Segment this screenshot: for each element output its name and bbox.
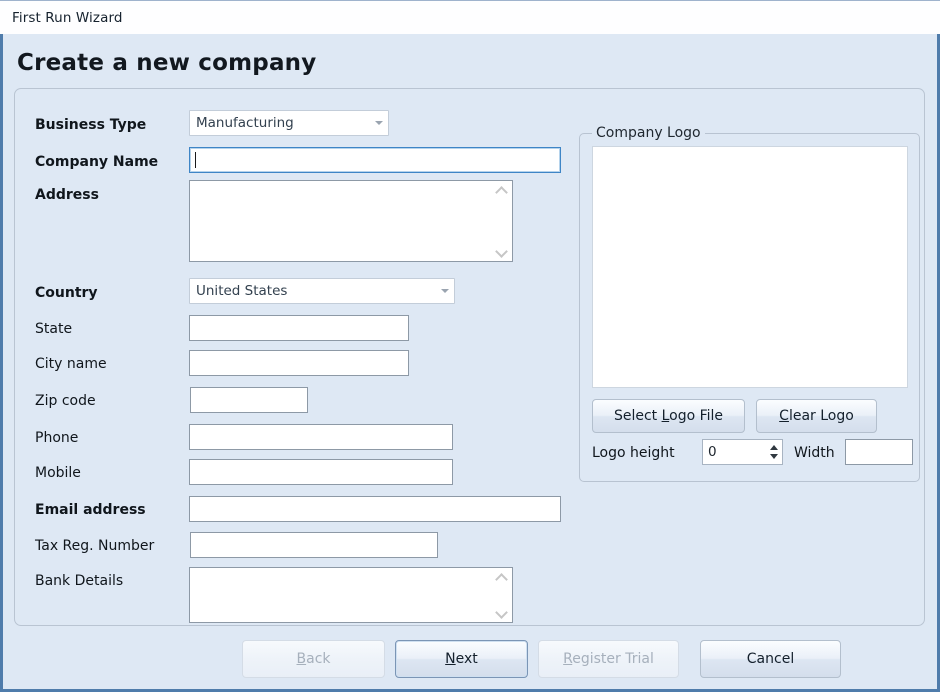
business-type-value: Manufacturing — [196, 115, 294, 131]
label-tax-reg-number: Tax Reg. Number — [35, 538, 155, 554]
register-trial-label: Register Trial — [563, 651, 654, 667]
phone-input[interactable] — [189, 424, 453, 450]
clear-logo-button[interactable]: Clear Logo — [756, 399, 877, 433]
next-button-label: Next — [445, 651, 478, 667]
label-logo-height: Logo height — [592, 445, 675, 461]
chevron-up-icon[interactable] — [496, 187, 507, 195]
city-name-input[interactable] — [189, 350, 409, 376]
text-caret — [195, 152, 196, 168]
label-phone: Phone — [35, 430, 79, 446]
chevron-down-icon — [370, 121, 388, 125]
back-button[interactable]: Back — [242, 640, 385, 678]
logo-height-value: 0 — [708, 444, 717, 460]
page-title: Create a new company — [17, 50, 317, 76]
logo-preview-area[interactable] — [592, 146, 908, 388]
stepper-down-icon[interactable] — [769, 454, 778, 459]
logo-height-stepper[interactable]: 0 — [702, 439, 783, 465]
bank-details-scroll-arrows[interactable] — [492, 569, 511, 621]
content-panel: Business Type Manufacturing Company Name… — [14, 88, 925, 626]
first-run-wizard-window: First Run Wizard Create a new company Bu… — [0, 0, 940, 692]
chevron-down-icon — [436, 289, 454, 293]
label-logo-width: Width — [794, 445, 835, 461]
state-input[interactable] — [189, 315, 409, 341]
chevron-down-icon[interactable] — [496, 247, 507, 255]
cancel-button-label: Cancel — [746, 651, 795, 667]
clear-logo-label: Clear Logo — [779, 408, 854, 424]
label-country: Country — [35, 285, 98, 301]
stepper-up-icon[interactable] — [769, 445, 778, 450]
label-company-name: Company Name — [35, 154, 159, 170]
bank-details-textarea[interactable] — [189, 567, 513, 623]
address-scroll-arrows[interactable] — [492, 182, 511, 260]
window-body: Create a new company Business Type Manuf… — [0, 34, 940, 692]
company-logo-group: Company Logo Select Logo File Clear Logo… — [579, 125, 920, 482]
logo-width-input[interactable] — [845, 439, 913, 465]
label-city-name: City name — [35, 356, 107, 372]
chevron-up-icon[interactable] — [496, 574, 507, 582]
country-combobox[interactable]: United States — [189, 278, 455, 304]
label-bank-details: Bank Details — [35, 573, 124, 589]
label-business-type: Business Type — [35, 117, 147, 133]
stepper-arrows[interactable] — [765, 440, 782, 464]
label-zip-code: Zip code — [35, 393, 96, 409]
label-address: Address — [35, 187, 99, 203]
select-logo-file-button[interactable]: Select Logo File — [592, 399, 745, 433]
label-mobile: Mobile — [35, 465, 81, 481]
email-address-input[interactable] — [189, 496, 561, 522]
mobile-input[interactable] — [189, 459, 453, 485]
back-button-label: Back — [296, 651, 331, 667]
window-titlebar: First Run Wizard — [0, 0, 940, 34]
label-state: State — [35, 321, 73, 337]
company-logo-legend: Company Logo — [592, 125, 705, 141]
register-trial-button[interactable]: Register Trial — [538, 640, 679, 678]
zip-code-input[interactable] — [190, 387, 308, 413]
company-name-input[interactable] — [189, 147, 561, 173]
next-button[interactable]: Next — [395, 640, 528, 678]
label-email-address: Email address — [35, 502, 146, 518]
window-title: First Run Wizard — [12, 9, 123, 26]
country-value: United States — [196, 283, 288, 299]
tax-reg-number-input[interactable] — [190, 532, 438, 558]
address-textarea[interactable] — [189, 180, 513, 262]
business-type-combobox[interactable]: Manufacturing — [189, 110, 389, 136]
select-logo-file-label: Select Logo File — [613, 408, 724, 424]
chevron-down-icon[interactable] — [496, 608, 507, 616]
cancel-button[interactable]: Cancel — [700, 640, 841, 678]
